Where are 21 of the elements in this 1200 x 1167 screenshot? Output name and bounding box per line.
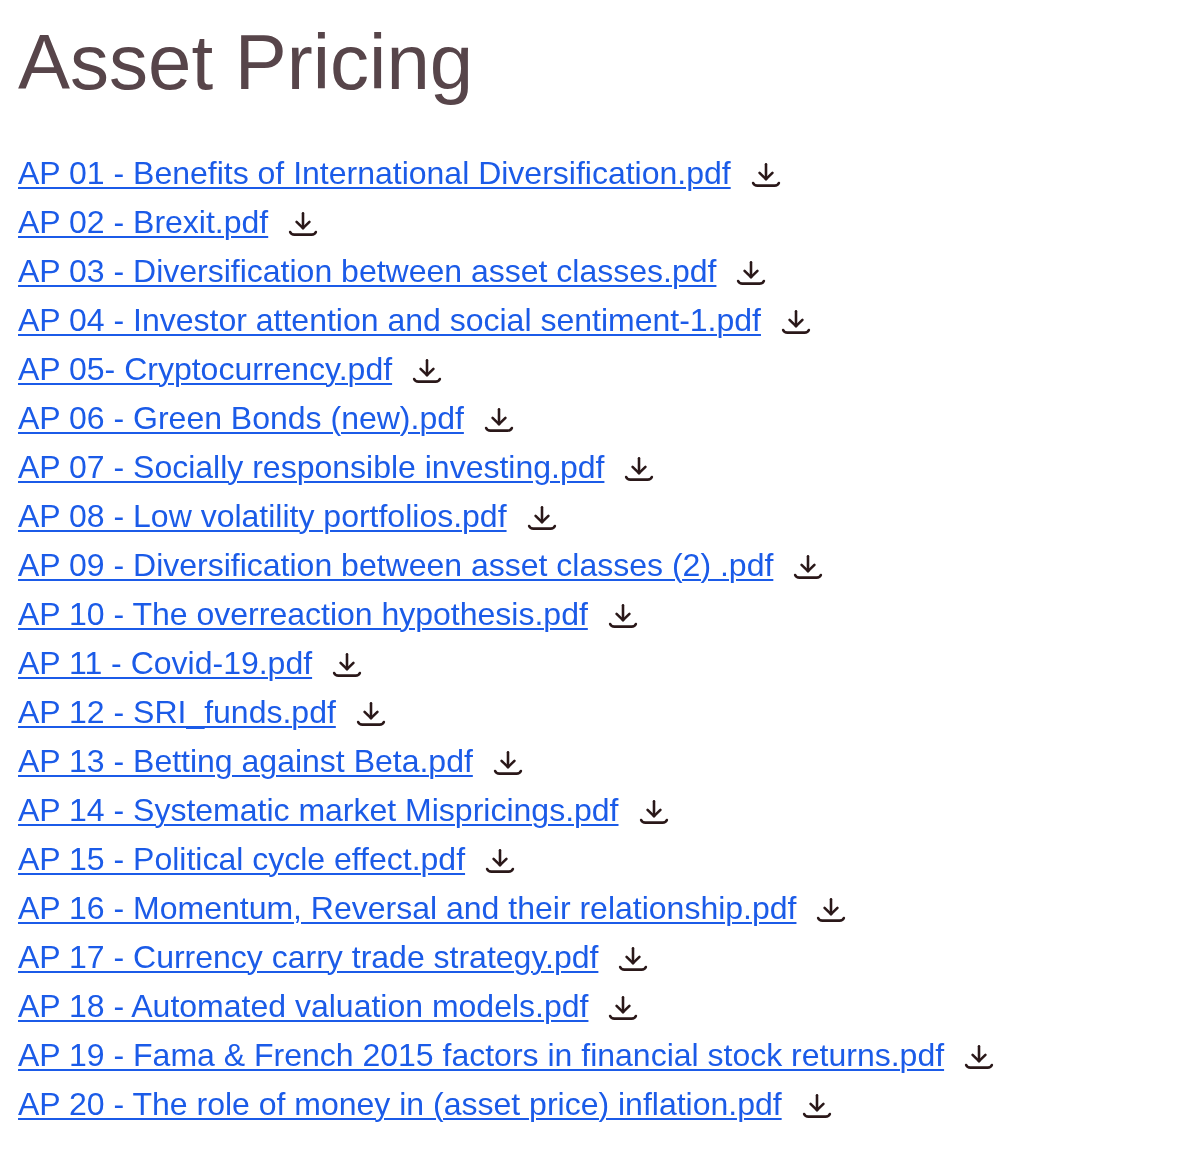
file-link[interactable]: AP 12 - SRI_funds.pdf [18,692,336,731]
file-link[interactable]: AP 02 - Brexit.pdf [18,202,269,241]
file-link[interactable]: AP 06 - Green Bonds (new).pdf [18,398,464,437]
file-link[interactable]: AP 01 - Benefits of International Diversification.pdf [18,153,731,192]
file-link[interactable]: AP 19 - Fama & French 2015 factors in financial stock returns.pdf [18,1035,945,1074]
file-link[interactable]: AP 15 - Political cycle effect.pdf [18,839,466,878]
file-link[interactable]: AP 18 - Automated valuation models.pdf [18,986,589,1025]
file-link[interactable]: AP 07 - Socially responsible investing.pdf [18,447,605,486]
page-title: Asset Pricing [18,17,474,108]
file-link[interactable]: AP 16 - Momentum, Reversal and their relationship.pdf [18,888,797,927]
file-link[interactable]: AP 08 - Low volatility portfolios.pdf [18,496,507,535]
file-link[interactable]: AP 11 - Covid-19.pdf [18,643,313,682]
file-link[interactable]: AP 20 - The role of money in (asset price) inflation.pdf [18,1084,782,1123]
file-link[interactable]: AP 03 - Diversification between asset classes.pdf [18,251,717,290]
file-link[interactable]: AP 10 - The overreaction hypothesis.pdf [18,594,588,633]
file-link[interactable]: AP 17 - Currency carry trade strategy.pdf [18,937,599,976]
file-link[interactable]: AP 09 - Diversification between asset classes (2) .pdf [18,545,774,584]
file-link[interactable]: AP 05- Cryptocurrency.pdf [18,349,393,388]
file-link[interactable]: AP 13 - Betting against Beta.pdf [18,741,473,780]
file-link[interactable]: AP 04 - Investor attention and social sentiment-1.pdf [18,300,761,339]
file-link[interactable]: AP 14 - Systematic market Mispricings.pdf [18,790,619,829]
